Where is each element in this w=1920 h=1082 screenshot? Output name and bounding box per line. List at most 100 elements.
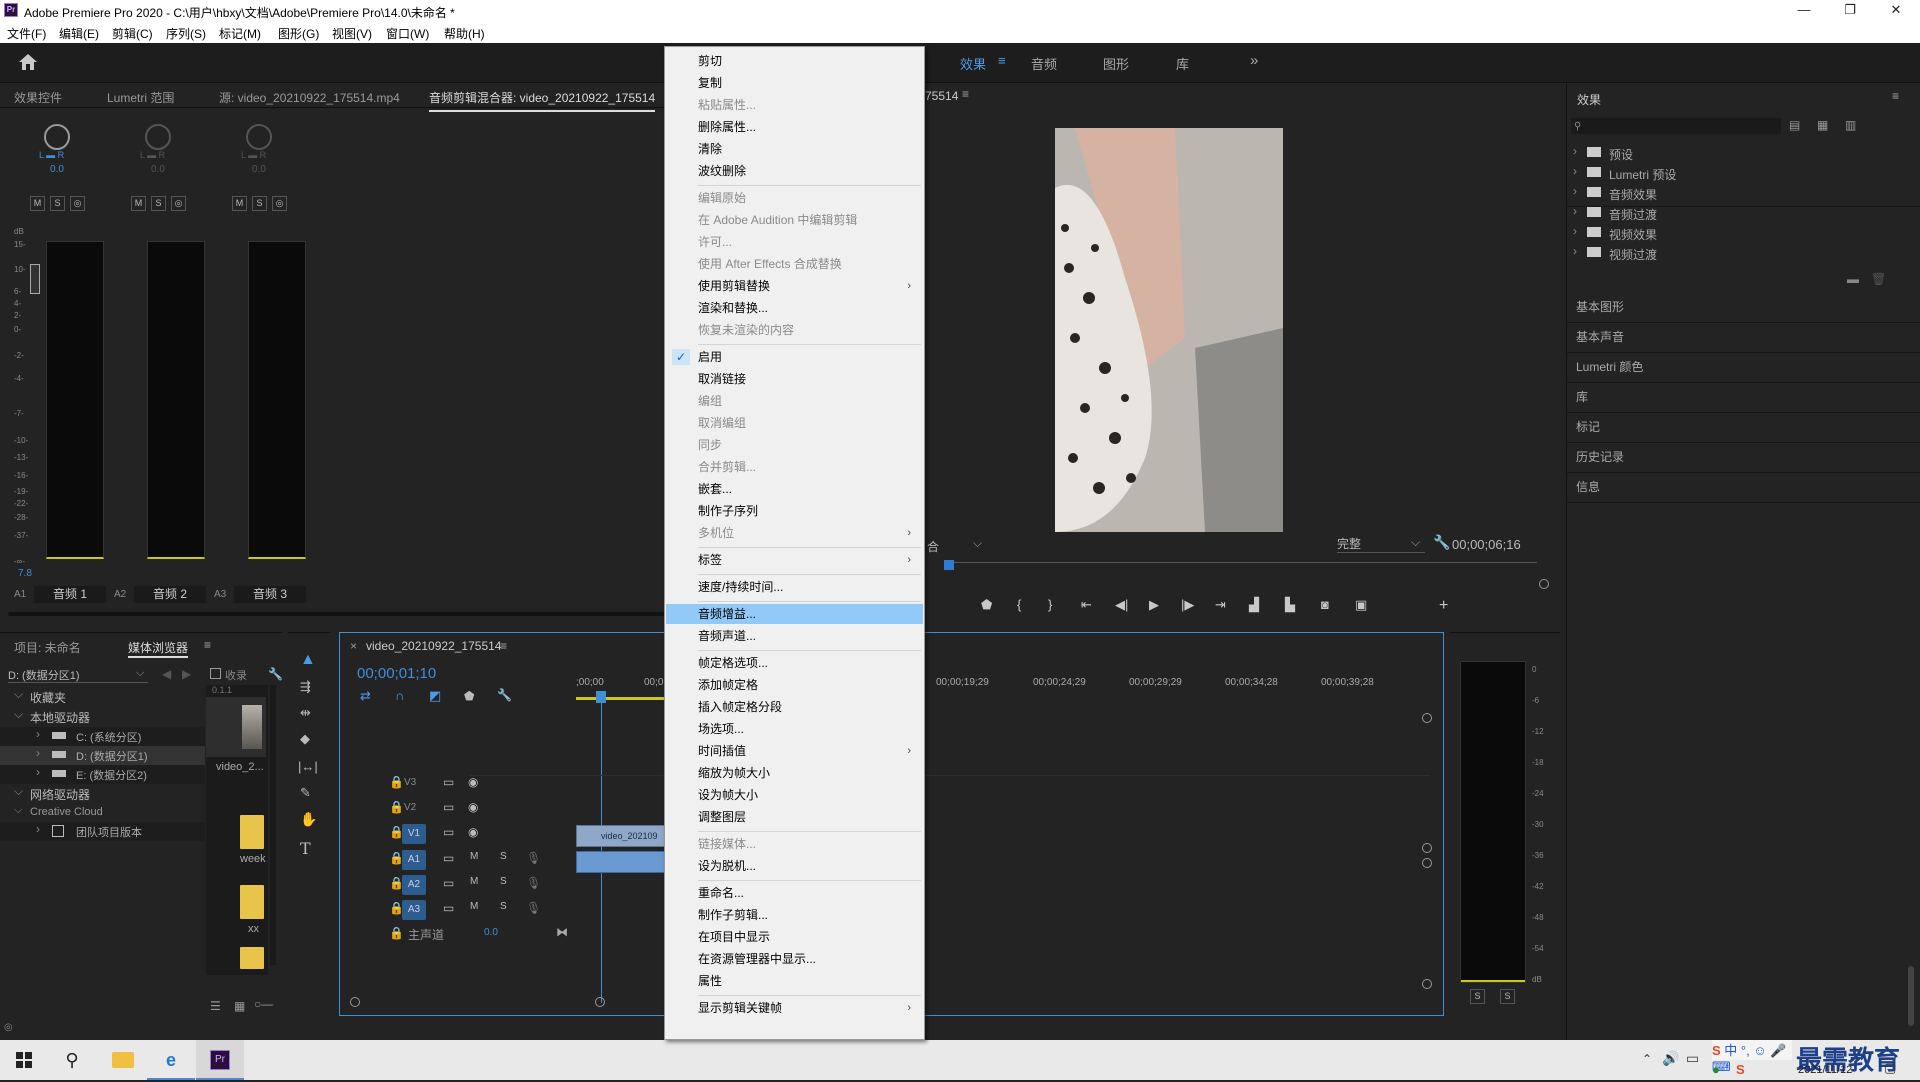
- ingest-checkbox[interactable]: [210, 668, 221, 679]
- workspace-tab-audio[interactable]: 音频: [1031, 54, 1057, 73]
- panel-menu-icon[interactable]: ≡: [500, 639, 507, 653]
- audio-clip-a1[interactable]: [576, 851, 666, 873]
- context-menu-item[interactable]: 在项目中显示: [666, 927, 923, 947]
- list-view-icon[interactable]: ☰: [210, 999, 221, 1013]
- track-a3[interactable]: A3: [402, 900, 426, 920]
- selection-tool-icon[interactable]: ▲: [300, 651, 316, 669]
- panel-menu-icon[interactable]: ≡: [1892, 89, 1899, 103]
- effects-folder-video-effects[interactable]: › 视频效果: [1573, 224, 1873, 244]
- go-to-end-icon[interactable]: ⧓: [556, 925, 568, 939]
- track-a2[interactable]: A2: [402, 875, 426, 895]
- wrench-icon[interactable]: 🔧: [1433, 534, 1450, 551]
- fader-value[interactable]: 7.8: [18, 568, 32, 579]
- lock-icon[interactable]: 🔒: [389, 775, 404, 789]
- tray-app-icon[interactable]: ●: [1712, 1062, 1720, 1077]
- context-menu-item[interactable]: 嵌套...: [666, 479, 923, 499]
- solo-button[interactable]: S: [252, 196, 267, 211]
- program-timecode[interactable]: 00;00;06;16: [1452, 537, 1521, 552]
- volume-fader[interactable]: [30, 264, 40, 294]
- panel-essential-sound[interactable]: 基本声音: [1576, 328, 1624, 345]
- hand-tool-icon[interactable]: ✋: [300, 811, 317, 828]
- fit-dropdown[interactable]: 合: [927, 538, 939, 555]
- tree-drive-e[interactable]: › E: (数据分区2): [0, 765, 205, 784]
- context-menu-item[interactable]: 设为帧大小: [666, 785, 923, 805]
- folder-icon[interactable]: [240, 815, 264, 849]
- context-menu-item[interactable]: 使用剪辑替换 ›: [666, 276, 923, 296]
- tab-media-browser[interactable]: 媒体浏览器: [128, 639, 189, 658]
- context-menu-item[interactable]: 渲染和替换...: [666, 298, 923, 318]
- context-menu-item[interactable]: 制作子剪辑...: [666, 905, 923, 925]
- folder-icon[interactable]: [240, 947, 264, 969]
- slip-tool-icon[interactable]: |↔|: [298, 759, 318, 774]
- new-custom-bin-icon[interactable]: ▤: [1789, 118, 1800, 132]
- yuv-filter-icon[interactable]: ▥: [1845, 118, 1856, 132]
- tab-source[interactable]: 源: video_20210922_175514.mp4: [219, 89, 400, 106]
- menu-help[interactable]: 帮助(H): [444, 25, 485, 42]
- forward-icon[interactable]: ▶: [182, 667, 191, 681]
- tree-local-drives[interactable]: ⌵ 本地驱动器: [0, 707, 205, 727]
- tab-audio-clip-mixer[interactable]: 音频剪辑混合器: video_20210922_175514: [429, 89, 656, 112]
- pan-knob[interactable]: [44, 124, 70, 150]
- microphone-icon[interactable]: 🎙: [526, 901, 541, 915]
- vertical-zoom-handle[interactable]: [1422, 713, 1432, 723]
- context-menu-item[interactable]: 在资源管理器中显示...: [666, 949, 923, 969]
- context-menu-item[interactable]: 复制: [666, 73, 923, 93]
- network-icon[interactable]: ▭: [1686, 1050, 1699, 1067]
- panel-info[interactable]: 信息: [1576, 478, 1600, 495]
- step-back-button[interactable]: ◀|: [1115, 597, 1128, 613]
- menu-file[interactable]: 文件(F): [7, 25, 46, 42]
- context-menu-item[interactable]: 音频增益...: [666, 604, 923, 624]
- drive-dropdown[interactable]: D: (数据分区1) ⌵: [8, 667, 148, 683]
- context-menu-item[interactable]: 帧定格选项...: [666, 653, 923, 673]
- vertical-zoom-handle[interactable]: [1422, 979, 1432, 989]
- quality-dropdown[interactable]: 完整 ⌵: [1337, 535, 1425, 553]
- eye-icon[interactable]: ◉: [468, 800, 478, 814]
- wrench-icon[interactable]: 🔧: [268, 667, 283, 681]
- sync-lock-icon[interactable]: ▭: [443, 800, 454, 814]
- track-a1[interactable]: A1: [402, 850, 426, 870]
- time-ruler[interactable]: 00;00;19;29 00;00;24;29 00;00;29;29 00;0…: [936, 677, 1406, 701]
- mute-button[interactable]: M: [470, 876, 478, 887]
- context-menu-item[interactable]: 添加帧定格: [666, 675, 923, 695]
- mute-button[interactable]: M: [470, 901, 478, 912]
- context-menu-item[interactable]: 波纹删除: [666, 161, 923, 181]
- notification-icon[interactable]: ▢: [1884, 1060, 1896, 1076]
- workspace-menu-icon[interactable]: ≡: [998, 53, 1006, 68]
- effects-folder-lumetri-presets[interactable]: › Lumetri 预设: [1573, 164, 1873, 184]
- play-button[interactable]: ▶: [1149, 597, 1159, 613]
- nest-toggle-icon[interactable]: ⇄: [360, 688, 371, 704]
- pen-tool-icon[interactable]: ✎: [300, 785, 311, 801]
- ime-toolbar[interactable]: S 中 °, ☺ 🎤 ⌨: [1712, 1040, 1792, 1074]
- volume-icon[interactable]: 🔊: [1662, 1050, 1679, 1067]
- comparison-view-button[interactable]: ▣: [1355, 597, 1367, 613]
- microphone-icon[interactable]: 🎙: [526, 851, 541, 865]
- eye-icon[interactable]: ◉: [468, 775, 478, 789]
- record-button[interactable]: ◎: [171, 196, 186, 211]
- pan-value[interactable]: 0.0: [252, 164, 266, 175]
- panel-menu-icon[interactable]: ≡: [962, 87, 969, 101]
- workspace-tab-libraries[interactable]: 库: [1176, 54, 1189, 73]
- track-v3[interactable]: V3: [404, 777, 424, 788]
- context-menu-item[interactable]: 显示剪辑关键帧 ›: [666, 998, 923, 1018]
- wrench-icon[interactable]: 🔧: [497, 688, 512, 702]
- tree-creative-cloud[interactable]: ⌵ Creative Cloud: [0, 804, 205, 822]
- explorer-icon[interactable]: [98, 1040, 146, 1080]
- master-volume-value[interactable]: 0.0: [484, 927, 498, 938]
- search-icon[interactable]: ⚲: [48, 1040, 96, 1080]
- workspace-tab-effects[interactable]: 效果: [960, 54, 986, 73]
- menu-graphics[interactable]: 图形(G): [278, 25, 319, 42]
- context-menu-item[interactable]: 设为脱机...: [666, 856, 923, 876]
- icon-view-icon[interactable]: ▦: [234, 999, 245, 1013]
- sync-lock-icon[interactable]: ▭: [443, 825, 454, 839]
- program-time-ruler[interactable]: [947, 562, 1537, 563]
- menu-sequence[interactable]: 序列(S): [166, 25, 206, 42]
- mark-out-button[interactable]: }: [1048, 597, 1052, 612]
- add-button-icon[interactable]: +: [1439, 597, 1448, 615]
- add-marker-button[interactable]: ⬟: [981, 597, 992, 613]
- menu-edit[interactable]: 编辑(E): [59, 25, 99, 42]
- right-scrollbar[interactable]: [1908, 966, 1914, 1026]
- tab-lumetri-scopes[interactable]: Lumetri 范围: [107, 89, 174, 106]
- thumbnail-video[interactable]: [206, 697, 266, 757]
- context-menu-item[interactable]: 音频声道...: [666, 626, 923, 646]
- solo-left-button[interactable]: S: [1470, 989, 1485, 1004]
